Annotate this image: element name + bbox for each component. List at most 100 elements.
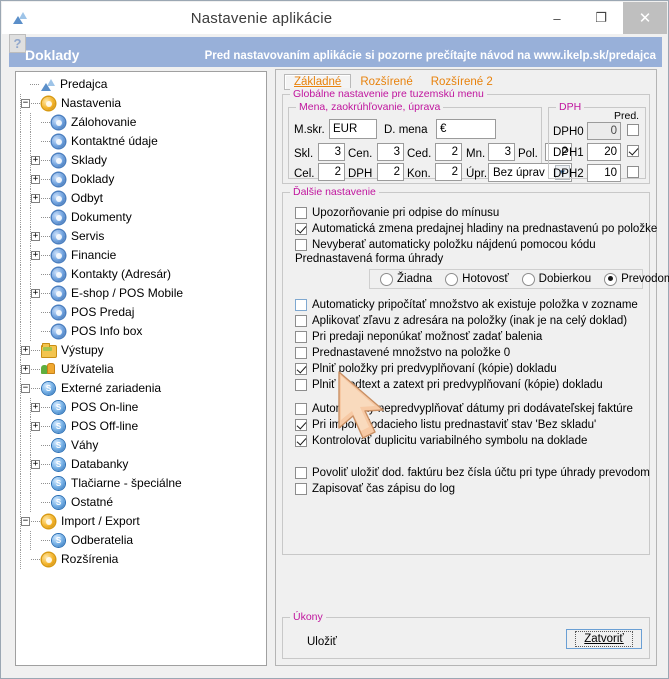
- mn-input[interactable]: 3: [488, 143, 515, 161]
- tree-item[interactable]: Predajca: [20, 75, 266, 94]
- setting-checkbox-row[interactable]: Aplikovať zľavu z adresára na položky (i…: [295, 313, 627, 329]
- setting-checkbox[interactable]: [295, 299, 307, 311]
- tree-expander-plus[interactable]: +: [31, 403, 40, 412]
- tree-expander-minus[interactable]: −: [21, 384, 30, 393]
- setting-checkbox-row[interactable]: Automatická zmena predajnej hladiny na p…: [295, 221, 657, 237]
- setting-checkbox-row[interactable]: Pri import dodacieho listu prednastaviť …: [295, 417, 596, 433]
- tree-expander-plus[interactable]: +: [31, 156, 40, 165]
- radio-indicator[interactable]: [604, 273, 617, 286]
- tree-item[interactable]: +POS Off-line: [20, 417, 266, 436]
- setting-checkbox-row[interactable]: Povoliť uložiť dod. faktúru bez čísla úč…: [295, 465, 650, 481]
- setting-checkbox[interactable]: [295, 363, 307, 375]
- tree-item[interactable]: −Externé zariadenia: [20, 379, 266, 398]
- vat-default-checkbox[interactable]: [627, 124, 639, 136]
- tree-item[interactable]: Kontaktné údaje: [20, 132, 266, 151]
- tree-expander-minus[interactable]: −: [21, 99, 30, 108]
- kon-input[interactable]: 2: [435, 163, 462, 181]
- tree-expander-minus[interactable]: −: [21, 517, 30, 526]
- radio-indicator[interactable]: [445, 273, 458, 286]
- tree-expander-plus[interactable]: +: [31, 460, 40, 469]
- close-dialog-button[interactable]: Zatvoriť: [566, 629, 642, 649]
- dmena-input[interactable]: €: [436, 119, 496, 139]
- setting-checkbox-row[interactable]: Plniť položky pri predvyplňovaní (kópie)…: [295, 361, 557, 377]
- setting-checkbox-row[interactable]: Prednastavené množstvo na položke 0: [295, 345, 510, 361]
- radio-indicator[interactable]: [522, 273, 535, 286]
- setting-checkbox[interactable]: [295, 483, 307, 495]
- settings-tree[interactable]: Predajca−NastaveniaZálohovanieKontaktné …: [15, 71, 267, 666]
- minimize-button[interactable]: –: [535, 2, 579, 34]
- tree-item[interactable]: +E-shop / POS Mobile: [20, 284, 266, 303]
- tree-item[interactable]: Kontakty (Adresár): [20, 265, 266, 284]
- vat-default-checkbox[interactable]: [627, 145, 639, 157]
- setting-checkbox-row[interactable]: Automaticky nepredvyplňovať dátumy pri d…: [295, 401, 633, 417]
- setting-checkbox-row[interactable]: Automaticky pripočítať množstvo ak exist…: [295, 297, 638, 313]
- tree-expander-plus[interactable]: +: [31, 175, 40, 184]
- tree-item[interactable]: +Odbyt: [20, 189, 266, 208]
- tab-rozsirene[interactable]: Rozšírené: [351, 75, 421, 89]
- maximize-button[interactable]: ❐: [579, 2, 623, 34]
- vat-default-checkbox[interactable]: [627, 166, 639, 178]
- cel-input[interactable]: 2: [318, 163, 345, 181]
- tree-item[interactable]: Rozšírenia: [20, 550, 266, 569]
- vat-rate-input[interactable]: 20: [587, 143, 621, 161]
- tree-item[interactable]: Tlačiarne - špeciálne: [20, 474, 266, 493]
- tree-item[interactable]: +Doklady: [20, 170, 266, 189]
- payment-radio-option[interactable]: Žiadna: [380, 273, 432, 286]
- tree-item[interactable]: +Databanky: [20, 455, 266, 474]
- close-window-button[interactable]: ✕: [623, 2, 667, 34]
- setting-checkbox-row[interactable]: Upozorňovanie pri odpise do mínusu: [295, 205, 499, 221]
- tree-item[interactable]: POS Info box: [20, 322, 266, 341]
- setting-checkbox[interactable]: [295, 239, 307, 251]
- tree-item[interactable]: +Financie: [20, 246, 266, 265]
- radio-indicator[interactable]: [380, 273, 393, 286]
- help-icon[interactable]: ?: [9, 34, 26, 53]
- setting-checkbox[interactable]: [295, 207, 307, 219]
- tree-item[interactable]: +Výstupy: [20, 341, 266, 360]
- skl-input[interactable]: 3: [318, 143, 345, 161]
- setting-checkbox-row[interactable]: Pri predaji neponúkať možnosť zadať bale…: [295, 329, 542, 345]
- tree-item[interactable]: +POS On-line: [20, 398, 266, 417]
- setting-checkbox-row[interactable]: Plniť predtext a zatext pri predvyplňova…: [295, 377, 603, 393]
- payment-radio-option[interactable]: Prevodom: [604, 273, 669, 286]
- cen-input[interactable]: 3: [377, 143, 404, 161]
- setting-checkbox[interactable]: [295, 467, 307, 479]
- setting-checkbox-row[interactable]: Nevyberať automaticky položku nájdenú po…: [295, 237, 596, 253]
- tree-item[interactable]: +Servis: [20, 227, 266, 246]
- tree-item[interactable]: −Nastavenia: [20, 94, 266, 113]
- setting-checkbox-row[interactable]: Kontrolovať duplicitu variabilného symbo…: [295, 433, 587, 449]
- setting-checkbox[interactable]: [295, 403, 307, 415]
- tree-item[interactable]: Ostatné: [20, 493, 266, 512]
- setting-checkbox[interactable]: [295, 435, 307, 447]
- tree-expander-plus[interactable]: +: [31, 232, 40, 241]
- tree-item[interactable]: Dokumenty: [20, 208, 266, 227]
- payment-form-radio-group[interactable]: ŽiadnaHotovosťDobierkouPrevodom: [369, 269, 643, 289]
- setting-checkbox[interactable]: [295, 331, 307, 343]
- tree-expander-plus[interactable]: +: [31, 289, 40, 298]
- vat-rate-input[interactable]: 10: [587, 164, 621, 182]
- setting-checkbox[interactable]: [295, 315, 307, 327]
- tree-expander-plus[interactable]: +: [21, 365, 30, 374]
- tree-item[interactable]: −Import / Export: [20, 512, 266, 531]
- tree-expander-plus[interactable]: +: [31, 251, 40, 260]
- dph-round-input[interactable]: 2: [377, 163, 404, 181]
- tree-item[interactable]: Váhy: [20, 436, 266, 455]
- tree-item[interactable]: +Sklady: [20, 151, 266, 170]
- tree-item[interactable]: POS Predaj: [20, 303, 266, 322]
- setting-checkbox[interactable]: [295, 347, 307, 359]
- mskr-input[interactable]: EUR: [329, 119, 377, 139]
- tree-item[interactable]: Odberatelia: [20, 531, 266, 550]
- tree-expander-plus[interactable]: +: [21, 346, 30, 355]
- setting-checkbox[interactable]: [295, 223, 307, 235]
- vat-rate-input[interactable]: 0: [587, 122, 621, 140]
- ced-input[interactable]: 2: [435, 143, 462, 161]
- tab-rozsirene-2[interactable]: Rozšírené 2: [422, 75, 502, 89]
- tree-item[interactable]: Zálohovanie: [20, 113, 266, 132]
- tree-expander-plus[interactable]: +: [31, 194, 40, 203]
- setting-checkbox[interactable]: [295, 419, 307, 431]
- setting-checkbox[interactable]: [295, 379, 307, 391]
- payment-radio-option[interactable]: Hotovosť: [445, 273, 509, 286]
- tree-expander-plus[interactable]: +: [31, 422, 40, 431]
- payment-radio-option[interactable]: Dobierkou: [522, 273, 591, 286]
- save-button[interactable]: Uložiť: [307, 636, 337, 648]
- tree-item[interactable]: +Užívatelia: [20, 360, 266, 379]
